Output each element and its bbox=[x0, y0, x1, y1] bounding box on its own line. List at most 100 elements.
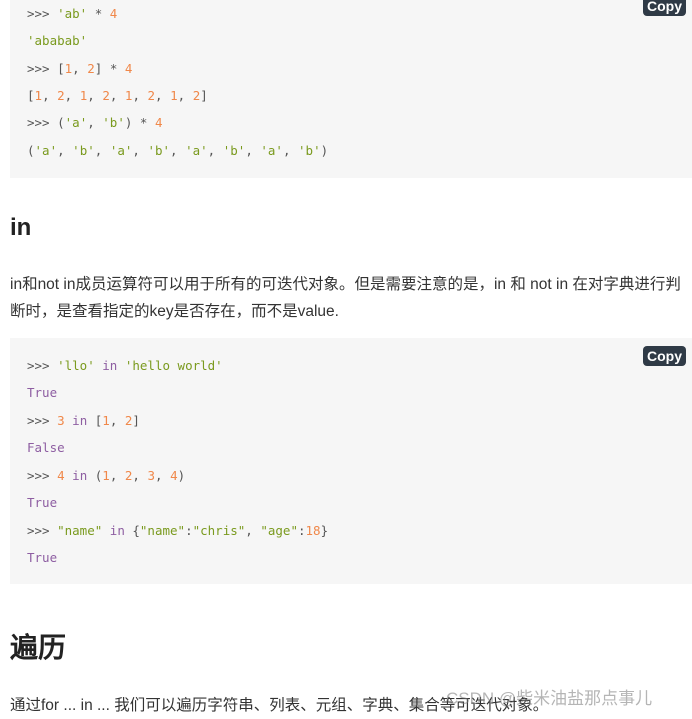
code-token: , bbox=[282, 143, 299, 158]
code-token: , bbox=[132, 468, 148, 483]
code-line: >>> 'ab' * 4 bbox=[27, 6, 117, 22]
code-token: , bbox=[87, 115, 103, 130]
code-line: True bbox=[27, 495, 57, 511]
code-token: , bbox=[170, 143, 186, 158]
code-token: , bbox=[132, 88, 148, 103]
code-token: >>> bbox=[27, 358, 58, 373]
code-token: True bbox=[27, 550, 58, 565]
code-token: "name" bbox=[139, 523, 186, 538]
code-token: ] * bbox=[94, 61, 125, 76]
code-token: , bbox=[245, 143, 261, 158]
code-line: >>> 3 in [1, 2] bbox=[27, 413, 140, 429]
code-token: ) bbox=[320, 143, 329, 158]
code-line: >>> [1, 2] * 4 bbox=[27, 61, 132, 77]
code-token: 3 bbox=[57, 413, 65, 428]
code-line: True bbox=[27, 550, 57, 566]
code-token: 'ab' bbox=[57, 6, 88, 21]
code-token: , bbox=[155, 88, 171, 103]
code-token: : bbox=[185, 523, 193, 538]
code-token: ] bbox=[200, 88, 208, 103]
code-token: 2 bbox=[57, 88, 65, 103]
code-line: [1, 2, 1, 2, 1, 2, 1, 2] bbox=[27, 88, 208, 104]
code-token: True bbox=[27, 495, 58, 510]
code-token: , bbox=[132, 143, 148, 158]
code-token: 'a' bbox=[64, 115, 88, 130]
code-token: , bbox=[72, 61, 88, 76]
code-token: >>> bbox=[27, 6, 58, 21]
code-token: , bbox=[177, 88, 193, 103]
code-token: False bbox=[27, 440, 65, 455]
code-line: True bbox=[27, 385, 57, 401]
code-token: ) bbox=[177, 468, 186, 483]
code-token: >>> bbox=[27, 523, 58, 538]
code-block-in: Copy >>> 'llo' in 'hello world' True >>> 3… bbox=[10, 338, 692, 584]
code-token: , bbox=[57, 143, 73, 158]
code-token: 1 bbox=[102, 413, 110, 428]
heading-traverse: 遍历 bbox=[10, 632, 67, 663]
code-token: , bbox=[245, 523, 261, 538]
code-token: ] bbox=[132, 413, 140, 428]
paragraph-in: in和not in成员运算符可以用于所有的可迭代对象。但是需要注意的是，in 和… bbox=[10, 276, 681, 320]
code-token: , bbox=[155, 468, 171, 483]
code-token: 'b' bbox=[147, 143, 171, 158]
code-token: , bbox=[94, 143, 110, 158]
code-token: , bbox=[207, 143, 223, 158]
code-token: , bbox=[109, 468, 125, 483]
code-line: >>> ('a', 'b') * 4 bbox=[27, 115, 163, 131]
code-token: >>> bbox=[27, 468, 58, 483]
code-token: >>> ( bbox=[27, 115, 65, 130]
code-block-repetition: Copy >>> 'ab' * 4'ababab' >>> [1, 2] * 4[… bbox=[10, 0, 692, 178]
code-token: 3 bbox=[147, 468, 155, 483]
watermark: CSDN @柴米油盐那点事儿 bbox=[446, 689, 653, 708]
code-token: } bbox=[320, 523, 329, 538]
code-token: 18 bbox=[305, 523, 321, 538]
code-token: * bbox=[87, 6, 110, 21]
code-token: "chris" bbox=[192, 523, 246, 538]
code-token: 'ababab' bbox=[27, 33, 88, 48]
code-token: ( bbox=[27, 143, 35, 158]
copy-button[interactable]: Copy bbox=[643, 0, 686, 16]
code-token: , bbox=[42, 88, 58, 103]
code-token: , bbox=[64, 88, 80, 103]
code-token: 'a' bbox=[34, 143, 58, 158]
code-token: 'b' bbox=[298, 143, 321, 158]
code-token: in bbox=[94, 358, 125, 373]
code-token: , bbox=[87, 88, 103, 103]
code-token: 'a' bbox=[260, 143, 283, 158]
copy-button[interactable]: Copy bbox=[643, 346, 686, 366]
code-token: 2 bbox=[147, 88, 156, 103]
code-token: ) * bbox=[124, 115, 155, 130]
code-token: [ bbox=[27, 88, 35, 103]
code-line: >>> 4 in (1, 2, 3, 4) bbox=[27, 468, 185, 484]
code-token: "name" bbox=[57, 523, 103, 538]
code-line: >>> 'llo' in 'hello world' bbox=[27, 358, 223, 374]
code-token: 1 bbox=[170, 88, 178, 103]
code-token: "age" bbox=[260, 523, 298, 538]
code-token: 4 bbox=[170, 468, 178, 483]
code-token: in bbox=[102, 523, 133, 538]
code-token: 4 bbox=[57, 468, 65, 483]
code-token: 1 bbox=[34, 88, 43, 103]
code-token: 4 bbox=[124, 61, 133, 76]
code-token: 'b' bbox=[102, 115, 125, 130]
code-token: 2 bbox=[102, 88, 110, 103]
code-token: 2 bbox=[87, 61, 95, 76]
code-token: 4 bbox=[109, 6, 118, 21]
code-token: 'llo' bbox=[57, 358, 95, 373]
code-line: >>> "name" in {"name":"chris", "age":18} bbox=[27, 523, 328, 539]
code-line: False bbox=[27, 440, 65, 456]
code-token: , bbox=[109, 88, 125, 103]
code-line: 'ababab' bbox=[27, 33, 87, 49]
code-token: >>> bbox=[27, 413, 58, 428]
code-line: ('a', 'b', 'a', 'b', 'a', 'b', 'a', 'b') bbox=[27, 143, 328, 159]
code-token: 'a' bbox=[109, 143, 133, 158]
code-token: 'b' bbox=[72, 143, 95, 158]
code-token: 'b' bbox=[222, 143, 246, 158]
code-token: 4 bbox=[154, 115, 163, 130]
code-token: >>> [ bbox=[27, 61, 65, 76]
heading-in: in bbox=[10, 214, 32, 241]
code-token: in bbox=[64, 413, 95, 428]
code-token: { bbox=[132, 523, 140, 538]
code-token: True bbox=[27, 385, 58, 400]
code-token: : bbox=[297, 523, 306, 538]
